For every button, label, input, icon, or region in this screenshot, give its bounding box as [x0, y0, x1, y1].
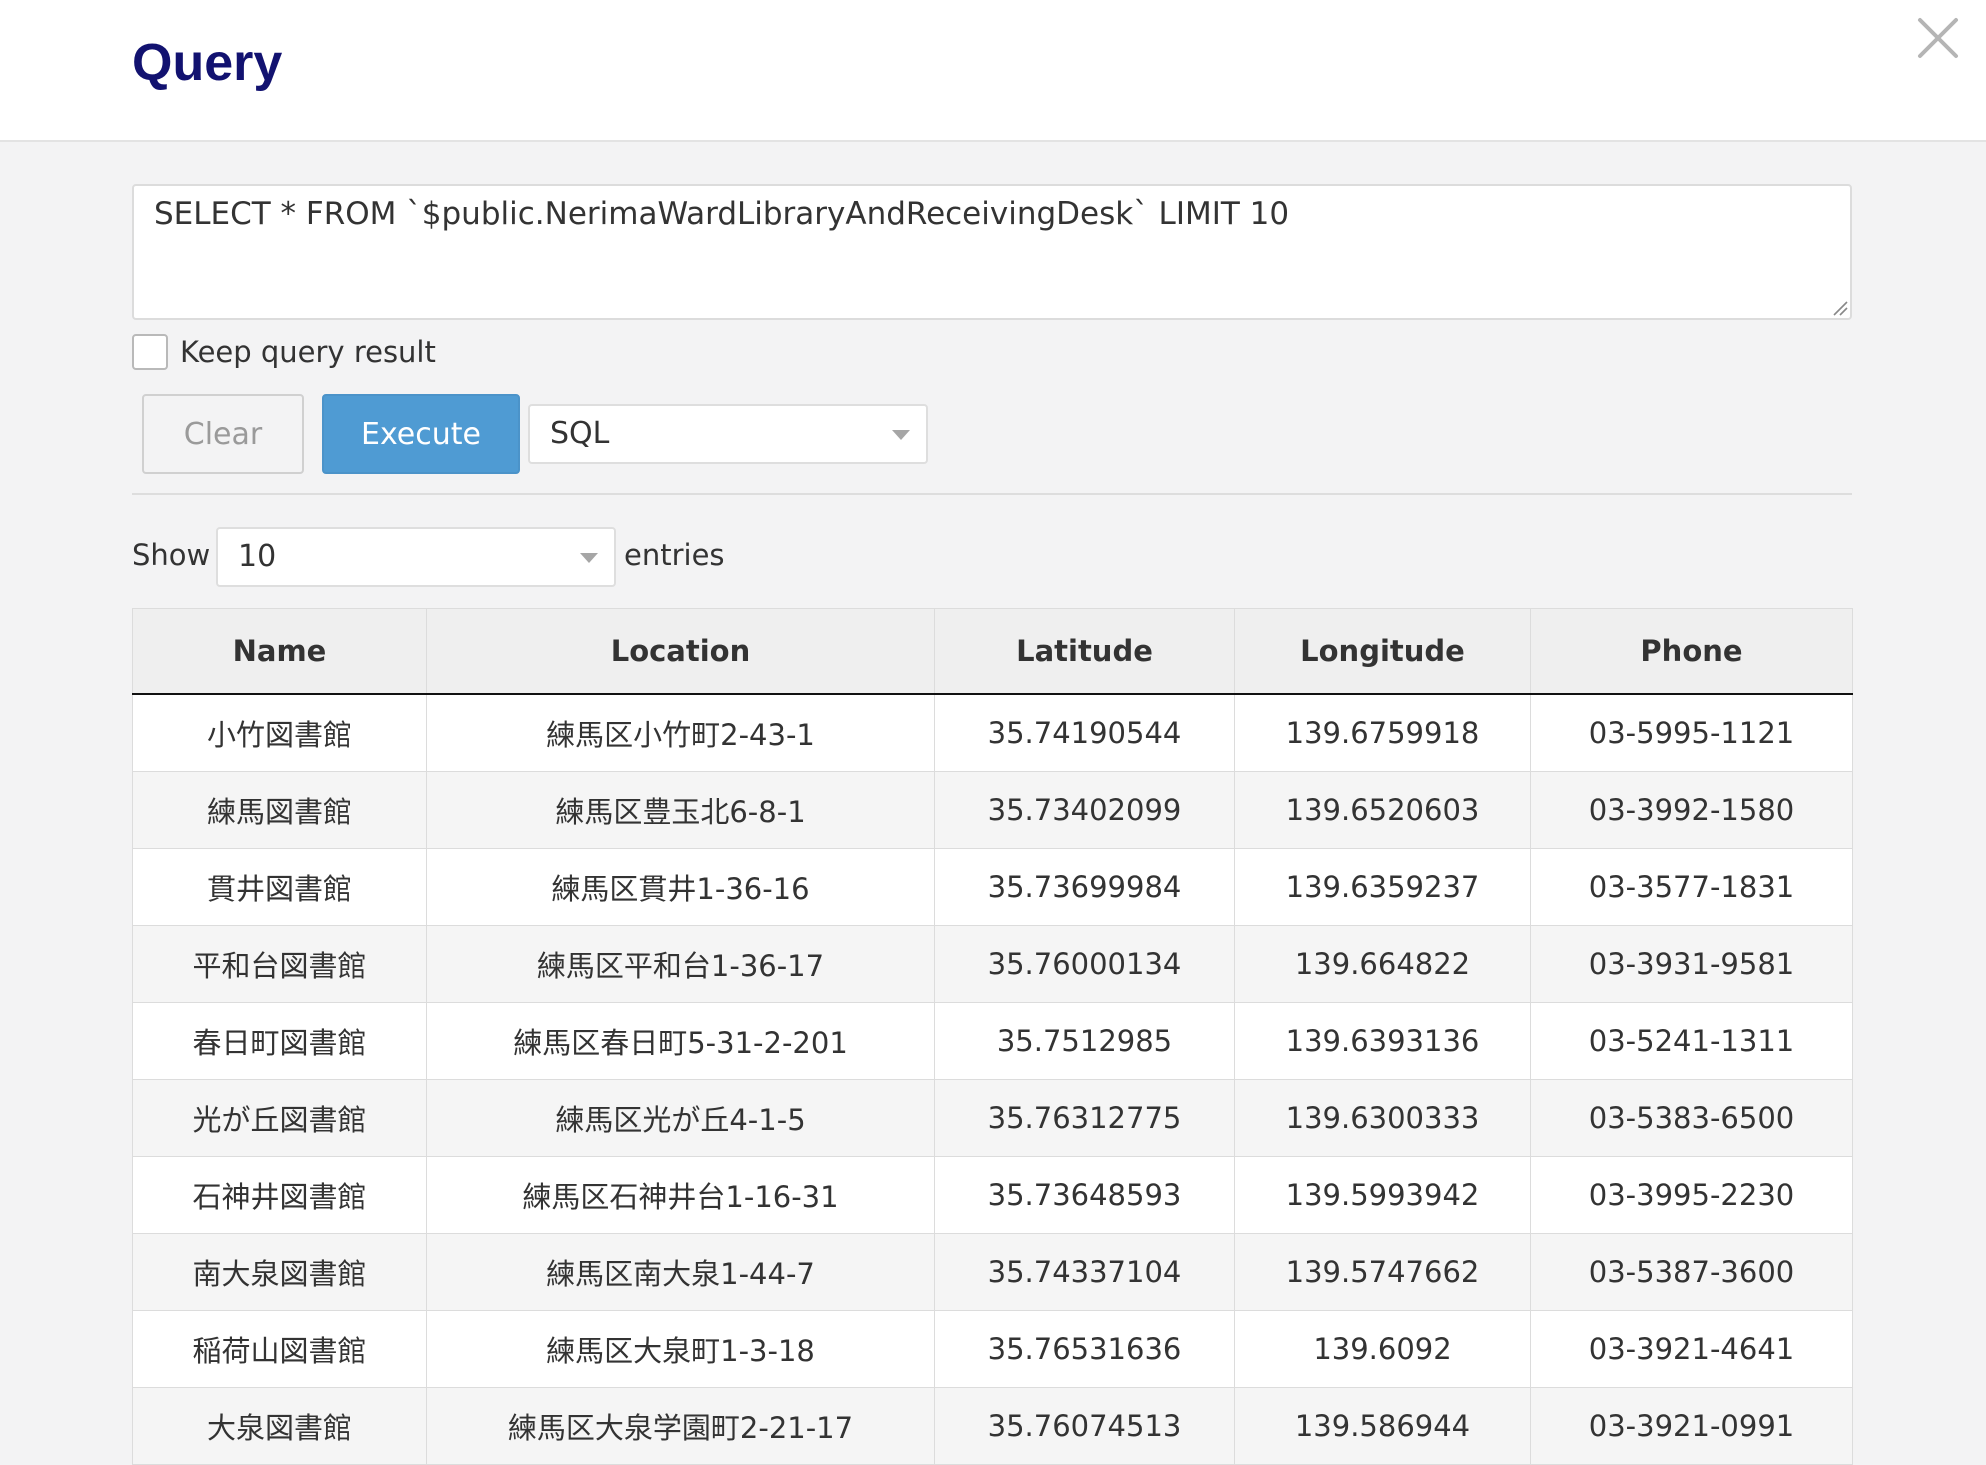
table-row: 稲荷山図書館 練馬区大泉町1-3-18 35.76531636 139.6092… — [132, 1310, 1853, 1388]
column-header-location[interactable]: Location — [426, 608, 935, 695]
cell-latitude: 35.76000134 — [934, 925, 1235, 1003]
column-header-longitude[interactable]: Longitude — [1234, 608, 1531, 695]
column-header-latitude[interactable]: Latitude — [934, 608, 1235, 695]
cell-phone: 03-3995-2230 — [1530, 1156, 1853, 1234]
entries-per-page-select[interactable]: 10 — [216, 527, 616, 587]
cell-location: 練馬区平和台1-36-17 — [426, 925, 935, 1003]
cell-latitude: 35.76074513 — [934, 1387, 1235, 1465]
cell-longitude: 139.6092 — [1234, 1310, 1531, 1388]
page-title: Query — [132, 34, 283, 92]
cell-phone: 03-3931-9581 — [1530, 925, 1853, 1003]
cell-phone: 03-5995-1121 — [1530, 693, 1853, 772]
keep-query-checkbox[interactable] — [132, 334, 168, 370]
cell-longitude: 139.6759918 — [1234, 693, 1531, 772]
modal-header: Query — [0, 0, 1986, 142]
close-icon — [1918, 18, 1958, 58]
table-header-row: Name Location Latitude Longitude Phone — [132, 608, 1853, 695]
cell-location: 練馬区大泉学園町2-21-17 — [426, 1387, 935, 1465]
keep-query-row: Keep query result — [132, 330, 436, 374]
close-button[interactable] — [1914, 14, 1962, 62]
cell-longitude: 139.586944 — [1234, 1387, 1531, 1465]
cell-latitude: 35.73648593 — [934, 1156, 1235, 1234]
cell-phone: 03-5383-6500 — [1530, 1079, 1853, 1157]
cell-latitude: 35.74337104 — [934, 1233, 1235, 1311]
table-row: 石神井図書館 練馬区石神井台1-16-31 35.73648593 139.59… — [132, 1156, 1853, 1234]
cell-longitude: 139.6520603 — [1234, 771, 1531, 849]
cell-latitude: 35.7512985 — [934, 1002, 1235, 1080]
query-language-select[interactable]: SQL — [528, 404, 928, 464]
cell-location: 練馬区小竹町2-43-1 — [426, 693, 935, 772]
cell-location: 練馬区豊玉北6-8-1 — [426, 771, 935, 849]
query-language-value: SQL — [550, 416, 610, 451]
keep-query-label: Keep query result — [180, 335, 436, 369]
cell-longitude: 139.664822 — [1234, 925, 1531, 1003]
cell-name: 大泉図書館 — [132, 1387, 427, 1465]
cell-name: 平和台図書館 — [132, 925, 427, 1003]
column-header-phone[interactable]: Phone — [1530, 608, 1853, 695]
cell-latitude: 35.76312775 — [934, 1079, 1235, 1157]
cell-location: 練馬区南大泉1-44-7 — [426, 1233, 935, 1311]
cell-latitude: 35.74190544 — [934, 693, 1235, 772]
cell-longitude: 139.6393136 — [1234, 1002, 1531, 1080]
table-row: 貫井図書館 練馬区貫井1-36-16 35.73699984 139.63592… — [132, 848, 1853, 926]
table-row: 春日町図書館 練馬区春日町5-31-2-201 35.7512985 139.6… — [132, 1002, 1853, 1080]
divider — [132, 493, 1852, 495]
cell-name: 南大泉図書館 — [132, 1233, 427, 1311]
cell-phone: 03-3921-4641 — [1530, 1310, 1853, 1388]
cell-name: 稲荷山図書館 — [132, 1310, 427, 1388]
table-row: 平和台図書館 練馬区平和台1-36-17 35.76000134 139.664… — [132, 925, 1853, 1003]
cell-latitude: 35.73699984 — [934, 848, 1235, 926]
cell-phone: 03-5387-3600 — [1530, 1233, 1853, 1311]
results-table: Name Location Latitude Longitude Phone 小… — [132, 608, 1853, 1465]
entries-per-page-value: 10 — [238, 539, 277, 574]
clear-button[interactable]: Clear — [142, 394, 304, 474]
table-row: 練馬図書館 練馬区豊玉北6-8-1 35.73402099 139.652060… — [132, 771, 1853, 849]
cell-longitude: 139.6300333 — [1234, 1079, 1531, 1157]
column-header-name[interactable]: Name — [132, 608, 427, 695]
cell-name: 春日町図書館 — [132, 1002, 427, 1080]
cell-latitude: 35.76531636 — [934, 1310, 1235, 1388]
cell-name: 練馬図書館 — [132, 771, 427, 849]
table-row: 小竹図書館 練馬区小竹町2-43-1 35.74190544 139.67599… — [132, 693, 1853, 772]
table-row: 大泉図書館 練馬区大泉学園町2-21-17 35.76074513 139.58… — [132, 1387, 1853, 1465]
cell-phone: 03-3921-0991 — [1530, 1387, 1853, 1465]
cell-phone: 03-3577-1831 — [1530, 848, 1853, 926]
execute-button[interactable]: Execute — [322, 394, 520, 474]
cell-location: 練馬区大泉町1-3-18 — [426, 1310, 935, 1388]
cell-longitude: 139.6359237 — [1234, 848, 1531, 926]
chevron-down-icon — [892, 430, 910, 440]
resize-handle-icon[interactable] — [1832, 300, 1848, 316]
cell-longitude: 139.5993942 — [1234, 1156, 1531, 1234]
query-input[interactable]: SELECT * FROM `$public.NerimaWardLibrary… — [132, 184, 1852, 320]
cell-name: 石神井図書館 — [132, 1156, 427, 1234]
cell-longitude: 139.5747662 — [1234, 1233, 1531, 1311]
cell-phone: 03-3992-1580 — [1530, 771, 1853, 849]
cell-location: 練馬区光が丘4-1-5 — [426, 1079, 935, 1157]
table-row: 南大泉図書館 練馬区南大泉1-44-7 35.74337104 139.5747… — [132, 1233, 1853, 1311]
cell-location: 練馬区石神井台1-16-31 — [426, 1156, 935, 1234]
cell-location: 練馬区貫井1-36-16 — [426, 848, 935, 926]
cell-phone: 03-5241-1311 — [1530, 1002, 1853, 1080]
show-label: Show — [132, 538, 211, 572]
cell-name: 貫井図書館 — [132, 848, 427, 926]
cell-location: 練馬区春日町5-31-2-201 — [426, 1002, 935, 1080]
cell-latitude: 35.73402099 — [934, 771, 1235, 849]
entries-label: entries — [624, 538, 725, 572]
table-row: 光が丘図書館 練馬区光が丘4-1-5 35.76312775 139.63003… — [132, 1079, 1853, 1157]
cell-name: 小竹図書館 — [132, 693, 427, 772]
chevron-down-icon — [580, 553, 598, 563]
cell-name: 光が丘図書館 — [132, 1079, 427, 1157]
